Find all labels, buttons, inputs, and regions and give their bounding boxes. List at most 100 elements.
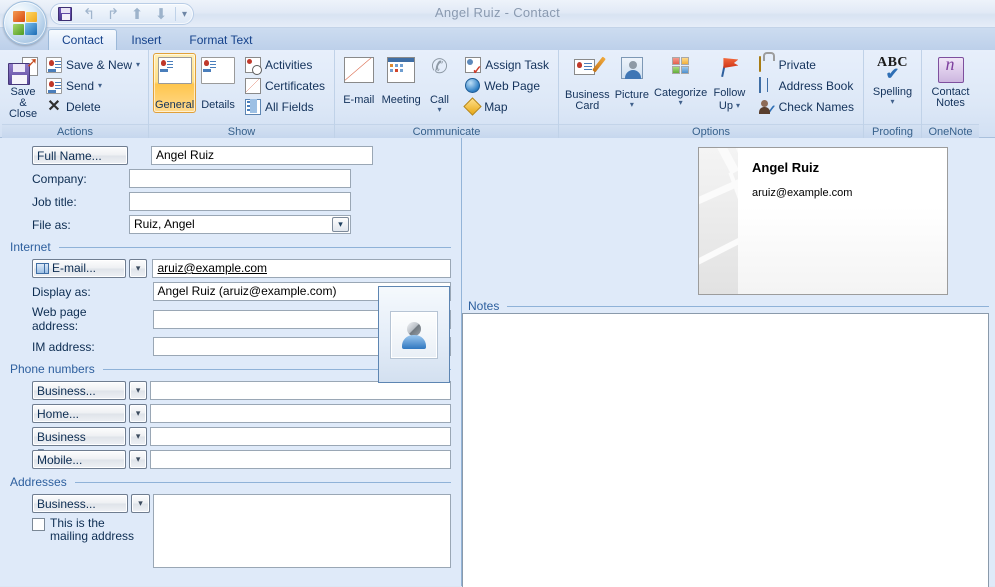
map-button[interactable]: Map xyxy=(460,96,554,117)
next-item-icon[interactable]: ⬇ xyxy=(151,5,171,23)
company-input[interactable] xyxy=(129,169,351,188)
all-fields-button[interactable]: All Fields xyxy=(240,96,330,117)
group-label-show: Show xyxy=(149,124,334,138)
business-card-texture xyxy=(699,148,738,294)
map-icon xyxy=(463,97,481,115)
notes-input[interactable] xyxy=(462,313,989,587)
address-type-button[interactable]: Business... xyxy=(32,494,128,513)
phone-type-button-home[interactable]: Home... xyxy=(32,404,126,423)
office-button[interactable] xyxy=(3,1,47,45)
contact-notes-button[interactable]: Contact Notes xyxy=(926,53,975,110)
business-card-name: Angel Ruiz xyxy=(752,160,937,175)
email-input[interactable]: aruiz@example.com xyxy=(152,259,451,278)
save-and-new-caret-icon[interactable]: ▾ xyxy=(136,60,140,69)
business-card-icon xyxy=(574,57,600,79)
business-card-preview[interactable]: Angel Ruiz aruiz@example.com xyxy=(698,147,948,295)
group-label-actions: Actions xyxy=(2,124,148,138)
call-icon: ✆ xyxy=(431,57,448,83)
categorize-caret-icon[interactable]: ▾ xyxy=(679,99,683,106)
activities-label: Activities xyxy=(265,58,312,72)
mailing-address-checkbox-row[interactable]: This is the mailing address xyxy=(32,517,142,543)
spelling-button[interactable]: ABC✔ Spelling ▾ xyxy=(868,53,917,106)
tab-contact[interactable]: Contact xyxy=(48,29,117,50)
details-icon xyxy=(201,57,235,84)
company-row: Company: xyxy=(10,169,451,188)
contact-photo-button[interactable] xyxy=(378,286,450,383)
email-button[interactable]: E-mail xyxy=(339,53,379,107)
email-type-dropdown[interactable] xyxy=(129,259,148,278)
assign-task-icon xyxy=(465,57,481,73)
save-and-new-button[interactable]: Save & New ▾ xyxy=(41,54,145,75)
quick-access-toolbar: ↰ ↱ ⬆ ⬇ ▾ xyxy=(50,3,194,25)
ribbon-group-proofing: ABC✔ Spelling ▾ Proofing xyxy=(863,50,921,138)
previous-item-icon[interactable]: ⬆ xyxy=(127,5,147,23)
send-button[interactable]: Send ▾ xyxy=(41,75,145,96)
save-and-close-button[interactable]: ➚ Save & Close xyxy=(6,53,40,121)
save-icon[interactable] xyxy=(55,5,75,23)
address-type-dropdown[interactable] xyxy=(131,494,150,513)
phone-type-dropdown-mobile[interactable] xyxy=(129,450,148,469)
chevron-down-icon[interactable] xyxy=(332,217,349,232)
follow-up-button[interactable]: Follow Up ▾ xyxy=(710,53,748,113)
spelling-caret-icon[interactable]: ▾ xyxy=(890,98,894,105)
phone-input-business-fax[interactable] xyxy=(150,427,451,446)
email-label: E-mail xyxy=(343,95,374,106)
certificates-icon xyxy=(245,78,261,94)
private-button[interactable]: Private xyxy=(754,54,859,75)
tab-insert[interactable]: Insert xyxy=(117,29,175,50)
business-card-button[interactable]: Business Card xyxy=(563,53,612,113)
certificates-label: Certificates xyxy=(265,79,325,93)
send-label: Send xyxy=(66,79,94,93)
phone-input-business[interactable] xyxy=(150,381,451,400)
picture-button[interactable]: Picture ▾ xyxy=(613,53,651,109)
meeting-button[interactable]: Meeting xyxy=(380,53,423,107)
picture-caret-icon[interactable]: ▾ xyxy=(630,101,634,108)
business-card-label-2: Card xyxy=(575,101,599,112)
categorize-button[interactable]: Categorize ▾ xyxy=(652,53,709,107)
phone-type-button-business[interactable]: Business... xyxy=(32,381,126,400)
ribbon-group-onenote: Contact Notes OneNote xyxy=(921,50,979,138)
phone-input-home[interactable] xyxy=(150,404,451,423)
address-book-label: Address Book xyxy=(779,79,854,93)
job-title-input[interactable] xyxy=(129,192,351,211)
send-caret-icon[interactable]: ▾ xyxy=(98,81,102,90)
delete-button[interactable]: ✕ Delete xyxy=(41,96,145,117)
phone-input-mobile[interactable] xyxy=(150,450,451,469)
phone-type-button-business-fax[interactable]: Business Fax... xyxy=(32,427,126,446)
web-page-label: Web page address: xyxy=(10,305,126,333)
phone-type-button-mobile[interactable]: Mobile... xyxy=(32,450,126,469)
phone-type-dropdown-business[interactable] xyxy=(129,381,148,400)
general-button[interactable]: General xyxy=(153,53,196,113)
company-label: Company: xyxy=(10,172,128,186)
address-book-button[interactable]: Address Book xyxy=(754,75,859,96)
follow-up-label-1: Follow xyxy=(714,88,746,99)
address-book-small-icon xyxy=(36,263,49,274)
person-icon xyxy=(400,321,428,349)
full-name-button[interactable]: Full Name... xyxy=(32,146,128,165)
contact-notes-label-2: Notes xyxy=(936,98,965,109)
file-as-combo[interactable]: Ruiz, Angel xyxy=(129,215,351,234)
email-button[interactable]: E-mail... xyxy=(32,259,126,278)
undo-icon[interactable]: ↰ xyxy=(79,5,99,23)
assign-task-button[interactable]: Assign Task xyxy=(460,54,554,75)
web-page-icon xyxy=(465,78,480,93)
check-names-button[interactable]: ✓ Check Names xyxy=(754,96,859,117)
certificates-button[interactable]: Certificates xyxy=(240,75,330,96)
web-page-button[interactable]: Web Page xyxy=(460,75,554,96)
categorize-icon xyxy=(672,57,690,75)
mailing-address-checkbox[interactable] xyxy=(32,518,45,531)
email-icon xyxy=(344,57,374,83)
phone-type-dropdown-business-fax[interactable] xyxy=(129,427,148,446)
tab-format-text[interactable]: Format Text xyxy=(175,29,266,50)
call-caret-icon[interactable]: ▾ xyxy=(437,106,441,113)
follow-up-caret-icon[interactable]: ▾ xyxy=(736,102,740,109)
full-name-input[interactable]: Angel Ruiz xyxy=(151,146,373,165)
ribbon-group-show: General Details Activities Certificates xyxy=(148,50,334,138)
phone-type-dropdown-home[interactable] xyxy=(129,404,148,423)
customize-quick-access-icon[interactable]: ▾ xyxy=(182,9,187,20)
details-button[interactable]: Details xyxy=(197,53,239,113)
address-input[interactable] xyxy=(153,494,451,568)
redo-icon[interactable]: ↱ xyxy=(103,5,123,23)
call-button[interactable]: ✆ Call ▾ xyxy=(424,53,455,114)
activities-button[interactable]: Activities xyxy=(240,54,330,75)
